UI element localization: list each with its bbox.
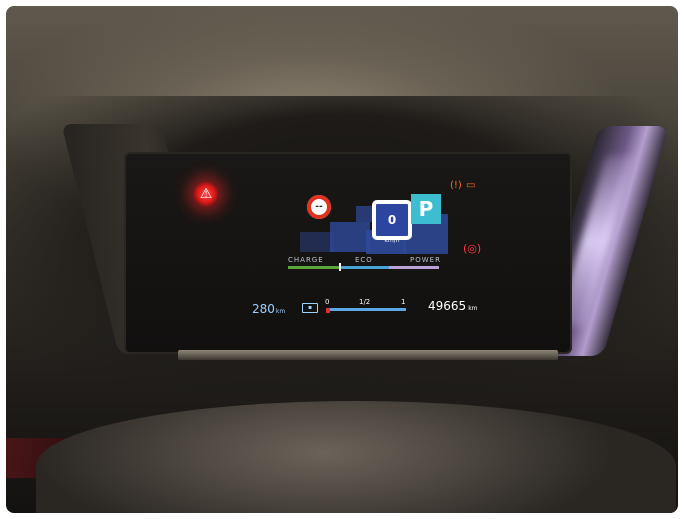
mode-charge-label: CHARGE [288, 256, 324, 264]
odometer-value: 49665 [428, 299, 467, 313]
eco-bar [341, 266, 389, 269]
tire-pressure-warning-icon: (!) [450, 180, 462, 191]
instrument-cluster-screen [126, 154, 570, 352]
power-bar [389, 266, 439, 269]
mode-eco-label: ECO [355, 256, 373, 264]
range-value: 280 [252, 302, 275, 316]
speed-limit-sign: -- [307, 195, 331, 219]
odometer-unit: km [468, 305, 478, 312]
speed-pixel-bg [300, 232, 334, 252]
photo-frame [6, 6, 678, 513]
steering-wheel-rim [36, 401, 676, 513]
screen-lower-edge [178, 350, 558, 360]
power-meter-needle [339, 263, 341, 271]
gear-indicator: P [411, 194, 441, 224]
odometer: 49665 km [428, 299, 478, 313]
battery-warning-icon: ▭ [466, 180, 476, 191]
battery-gauge-icon: ▪ [302, 303, 318, 313]
battery-gauge-low-marker [326, 308, 330, 313]
gauge-tick-full: 1 [401, 298, 406, 306]
mode-power-label: POWER [410, 256, 441, 264]
charge-bar [288, 266, 340, 269]
range-display: 280km [252, 302, 285, 316]
seatbelt-warning-icon: ⚠ [193, 181, 219, 207]
range-unit: km [275, 308, 286, 315]
speed-pixel-bg [356, 206, 372, 222]
brake-warning-icon: (◎) [463, 242, 482, 255]
speed-unit: km/h [384, 237, 400, 244]
speed-value: 0 [387, 213, 397, 227]
gauge-tick-empty: 0 [325, 298, 330, 306]
speed-pixel-bg [330, 222, 370, 252]
speed-display: 0 [372, 200, 412, 240]
gauge-tick-half: 1/2 [359, 298, 371, 306]
battery-gauge-bar [326, 308, 406, 311]
